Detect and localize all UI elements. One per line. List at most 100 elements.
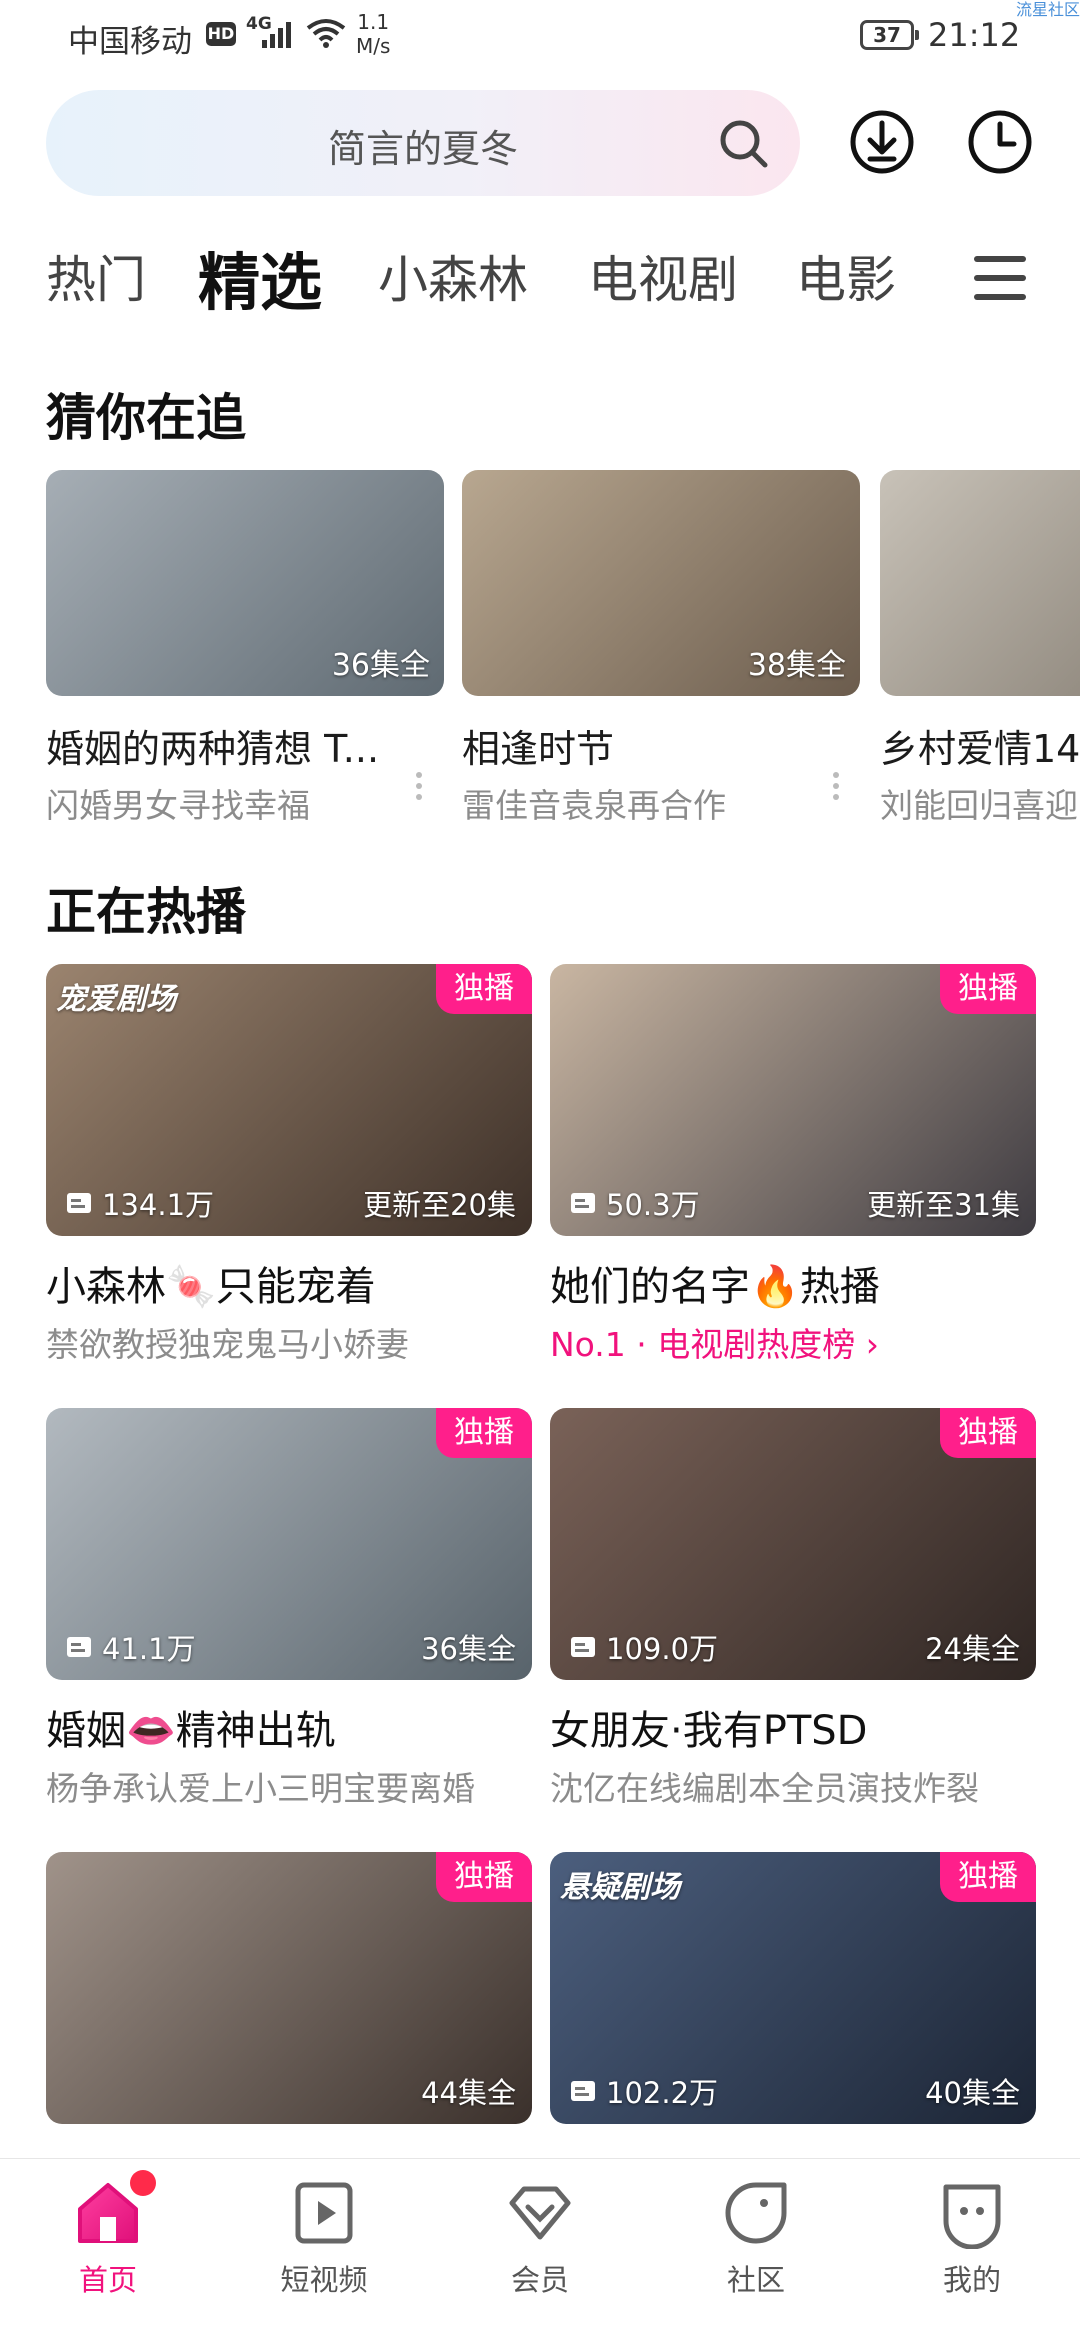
short-video-icon [295,2182,353,2244]
hot-card[interactable]: 独播 50.3万 更新至31集 她们的名字🔥热播 No.1 · 电视剧热度榜 › [550,964,1036,1366]
exclusive-badge: 独播 [940,1852,1036,1902]
hot-card[interactable]: 宠爱剧场 独播 134.1万 更新至20集 小森林🍬只能宠着 禁欲教授独宠鬼马小… [46,964,532,1366]
network-speed: 1.1 M/s [356,10,390,58]
tab-tv-series[interactable]: 电视剧 [588,240,738,312]
hot-card[interactable]: 悬疑剧场 独播 102.2万 40集全 [550,1852,1036,2124]
card-title: 乡村爱情14 [880,727,1080,771]
vip-diamond-icon [509,2186,571,2240]
guess-card[interactable]: 36集全 婚姻的两种猜想 T... 闪婚男女寻找幸福 [46,470,444,827]
card-title: 婚姻👄精神出轨 [46,1708,336,1754]
view-count: 102.2万 [570,2070,718,2112]
view-count-value: 109.0万 [606,1632,719,1666]
play-count-icon [67,1637,91,1657]
thumbnail[interactable]: 独播 109.0万 24集全 [550,1408,1036,1680]
view-count-value: 41.1万 [102,1632,196,1666]
card-subtitle: 刘能回归喜迎 [880,786,1078,825]
card-subtitle: 闪婚男女寻找幸福 [46,786,310,825]
episode-badge: 38集全 [747,648,846,683]
nav-label: 短视频 [280,2263,368,2297]
card-subtitle: 禁欲教授独宠鬼马小娇妻 [46,1325,409,1364]
nav-home[interactable]: 首页 [28,2177,188,2299]
notification-dot [130,2170,156,2196]
play-count-icon [571,1193,595,1213]
section-title-now-playing: 正在热播 [46,883,246,941]
brand-logo: 宠爱剧场 [56,982,176,1017]
signal-icon [262,22,291,48]
episode-badge: 40集全 [925,2076,1020,2110]
search-placeholder: 简言的夏冬 [327,127,518,171]
more-options-icon[interactable] [416,772,422,805]
brand-logo: 悬疑剧场 [560,1870,680,1905]
hot-card[interactable]: 独播 41.1万 36集全 婚姻👄精神出轨 杨争承认爱上小三明宝要离婚 [46,1408,532,1810]
nav-label: 首页 [78,2263,137,2297]
view-count: 109.0万 [570,1626,718,1668]
tab-little-forest[interactable]: 小森林 [378,240,528,312]
card-title: 女朋友·我有PTSD [550,1708,868,1754]
ranking-link[interactable]: No.1 · 电视剧热度榜 › [550,1318,1036,1366]
nav-vip[interactable]: 会员 [460,2177,620,2299]
view-count-value: 50.3万 [606,1188,700,1222]
view-count: 134.1万 [66,1182,214,1224]
carrier-name: 中国移动 [68,24,192,60]
thumbnail[interactable] [880,470,1080,696]
community-icon [725,2182,787,2244]
tab-movies[interactable]: 电影 [796,240,896,312]
nav-label: 社区 [726,2263,785,2297]
exclusive-badge: 独播 [436,1408,532,1458]
episode-badge: 更新至31集 [867,1188,1020,1222]
hd-badge: HD [206,22,236,46]
exclusive-badge: 独播 [436,964,532,1014]
thumbnail[interactable]: 38集全 [462,470,860,696]
clock: 21:12 [928,16,1021,54]
nav-short-video[interactable]: 短视频 [244,2177,404,2299]
download-icon[interactable] [848,108,916,176]
card-title: 相逢时节 [462,727,615,771]
hot-card[interactable]: 独播 109.0万 24集全 女朋友·我有PTSD 沈亿在线编剧本全员演技炸裂 [550,1408,1036,1810]
battery-indicator: 37 [860,20,919,50]
play-count-icon [571,2081,595,2101]
nav-label: 会员 [510,2263,569,2297]
tab-hot[interactable]: 热门 [46,240,146,312]
thumbnail[interactable]: 36集全 [46,470,444,696]
card-subtitle: 杨争承认爱上小三明宝要离婚 [46,1769,475,1808]
play-count-icon [571,1637,595,1657]
episode-badge: 44集全 [421,2076,516,2110]
view-count: 50.3万 [570,1182,700,1224]
hot-card[interactable]: 独播 44集全 [46,1852,532,2124]
thumbnail[interactable]: 悬疑剧场 独播 102.2万 40集全 [550,1852,1036,2124]
bottom-nav: 首页 短视频 会员 社区 我的 [0,2158,1080,2341]
thumbnail[interactable]: 宠爱剧场 独播 134.1万 更新至20集 [46,964,532,1236]
history-clock-icon[interactable] [966,108,1034,176]
wifi-icon [306,19,346,48]
view-count-value: 102.2万 [606,2076,719,2110]
speed-value: 1.1 [357,10,390,34]
thumbnail[interactable]: 独播 41.1万 36集全 [46,1408,532,1680]
episode-badge: 36集全 [421,1632,516,1666]
corner-watermark: 流星社区 [1015,0,1080,19]
card-subtitle: 雷佳音袁泉再合作 [462,786,726,825]
search-bar[interactable]: 简言的夏冬 [46,90,800,196]
nav-profile[interactable]: 我的 [892,2177,1052,2299]
exclusive-badge: 独播 [940,1408,1036,1458]
search-icon[interactable] [716,116,770,170]
guess-card[interactable]: 乡村爱情14 刘能回归喜迎 [880,470,1080,827]
nav-label: 我的 [942,2263,1001,2297]
guess-card[interactable]: 38集全 相逢时节 雷佳音袁泉再合作 [462,470,860,827]
nav-community[interactable]: 社区 [676,2177,836,2299]
card-title: 婚姻的两种猜想 T... [46,727,380,771]
episode-badge: 36集全 [331,648,430,683]
view-count: 41.1万 [66,1626,196,1668]
card-subtitle: 沈亿在线编剧本全员演技炸裂 [550,1769,979,1808]
card-title: 小森林🍬只能宠着 [46,1264,376,1310]
status-bar: 中国移动 HD 4G 1.1 M/s 37 21:12 流星社区 [0,0,1080,80]
tab-featured[interactable]: 精选 [198,232,322,322]
card-title: 她们的名字🔥热播 [550,1264,880,1310]
more-options-icon[interactable] [833,772,839,805]
speed-unit: M/s [356,34,391,58]
exclusive-badge: 独播 [940,964,1036,1014]
thumbnail[interactable]: 独播 50.3万 更新至31集 [550,964,1036,1236]
episode-badge: 24集全 [925,1632,1020,1666]
menu-icon[interactable] [974,254,1026,302]
thumbnail[interactable]: 独播 44集全 [46,1852,532,2124]
play-count-icon [67,1193,91,1213]
